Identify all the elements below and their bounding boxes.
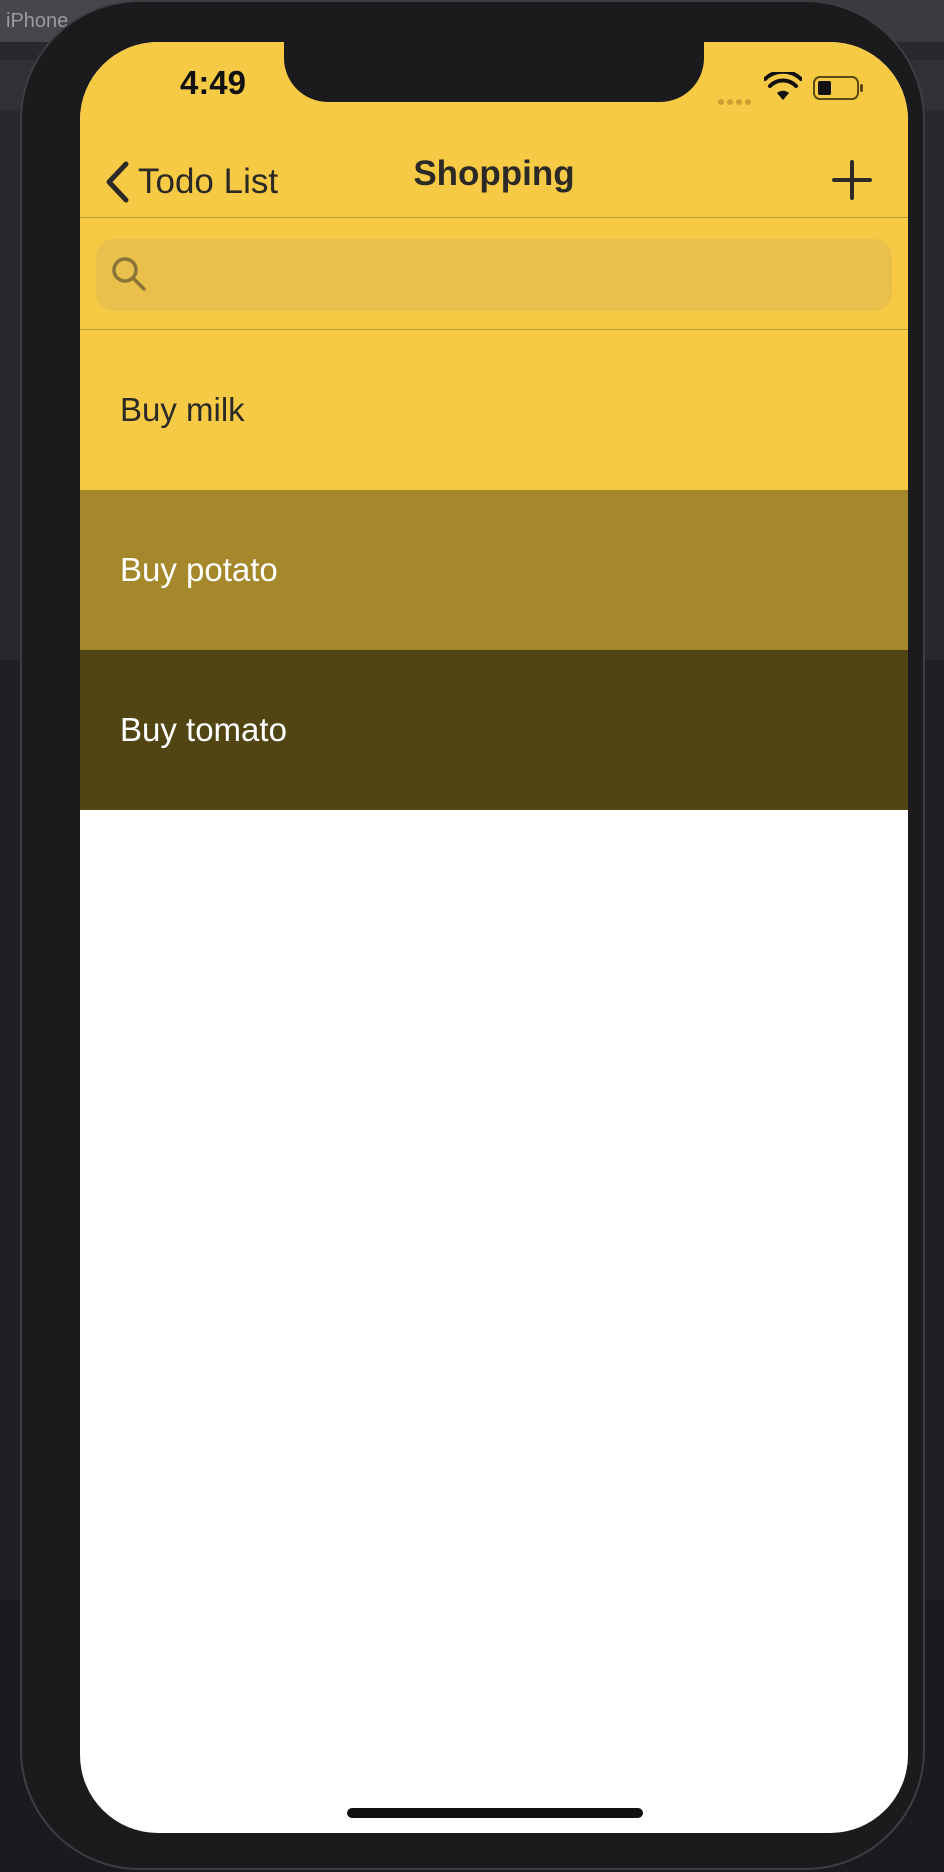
- todo-list: Buy milk Buy potato Buy tomato: [80, 330, 908, 810]
- device-frame: 4:49 Todo List Shopping Buy milk Buy pot…: [20, 0, 925, 1870]
- back-button[interactable]: Todo List: [102, 152, 278, 212]
- status-time: 4:49: [179, 64, 247, 101]
- navigation-header: 4:49 Todo List Shopping: [80, 42, 908, 330]
- home-indicator: [347, 1808, 643, 1818]
- list-item[interactable]: Buy milk: [80, 330, 908, 490]
- add-item-button[interactable]: [822, 150, 882, 210]
- search-icon: [112, 257, 146, 291]
- device-notch: [284, 42, 704, 102]
- list-item-label: Buy milk: [120, 391, 245, 428]
- list-item[interactable]: Buy tomato: [80, 650, 908, 810]
- battery-icon: [813, 76, 863, 100]
- list-item-label: Buy potato: [120, 551, 278, 588]
- nav-divider: [80, 217, 908, 218]
- list-item[interactable]: Buy potato: [80, 490, 908, 650]
- search-bar[interactable]: [96, 239, 892, 313]
- plus-icon: [832, 160, 872, 200]
- list-item-label: Buy tomato: [120, 711, 287, 748]
- back-button-label: Todo List: [138, 162, 279, 201]
- chevron-left-icon: [106, 161, 129, 203]
- phone-screen: 4:49 Todo List Shopping Buy milk Buy pot…: [80, 42, 908, 1833]
- wifi-icon: [764, 72, 802, 100]
- page-title: Shopping: [413, 154, 575, 193]
- signal-icon: [718, 92, 758, 105]
- search-input[interactable]: [158, 239, 882, 313]
